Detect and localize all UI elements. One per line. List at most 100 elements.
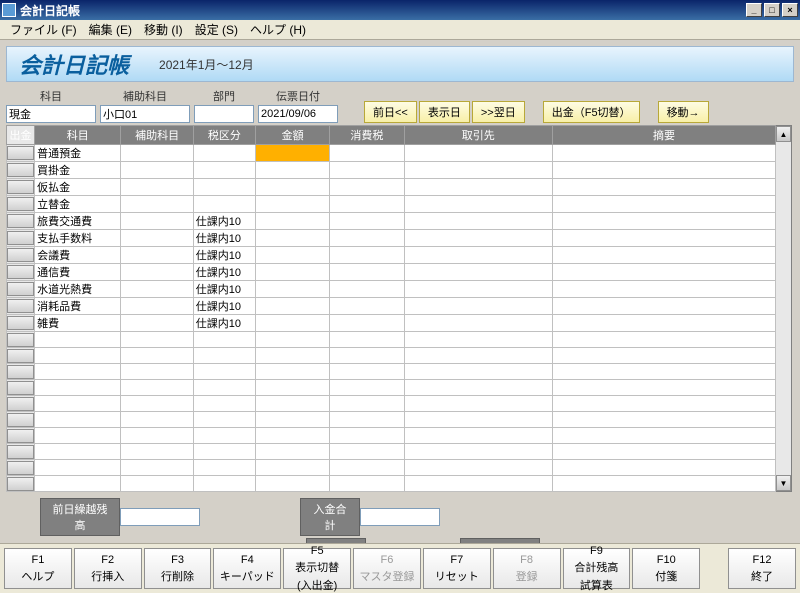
cell-kamoku[interactable] <box>35 396 121 412</box>
cell-shouhi[interactable] <box>330 460 404 476</box>
cell-tekiyou[interactable] <box>553 247 776 264</box>
row-button[interactable] <box>7 397 34 411</box>
cell-shouhi[interactable] <box>330 476 404 492</box>
cell-zei[interactable]: 仕課内10 <box>193 298 255 315</box>
cell-tori[interactable] <box>404 196 553 213</box>
cell-kingaku[interactable] <box>255 264 329 281</box>
cell-kamoku[interactable] <box>35 444 121 460</box>
cell-shouhi[interactable] <box>330 179 404 196</box>
row-button[interactable] <box>7 381 34 395</box>
cell-shouhi[interactable] <box>330 196 404 213</box>
fkey-f4[interactable]: F4キーパッド <box>213 548 281 589</box>
fkey-f7[interactable]: F7リセット <box>423 548 491 589</box>
fkey-f3[interactable]: F3行削除 <box>144 548 212 589</box>
cell-hojo[interactable] <box>121 444 193 460</box>
cell-kamoku[interactable]: 通信費 <box>35 264 121 281</box>
cell-hojo[interactable] <box>121 460 193 476</box>
cell-kamoku[interactable] <box>35 348 121 364</box>
cell-kingaku[interactable] <box>255 364 329 380</box>
cell-zei[interactable] <box>193 380 255 396</box>
row-button[interactable] <box>7 477 34 491</box>
cell-kingaku[interactable] <box>255 476 329 492</box>
cell-tori[interactable] <box>404 348 553 364</box>
cell-hojo[interactable] <box>121 348 193 364</box>
date-field[interactable]: 2021/09/06 <box>258 105 338 123</box>
cell-kamoku[interactable]: 消耗品費 <box>35 298 121 315</box>
withdraw-toggle-button[interactable]: 出金（F5切替） <box>543 101 640 123</box>
cell-hojo[interactable] <box>121 264 193 281</box>
menu-help[interactable]: ヘルプ (H) <box>244 19 312 40</box>
cell-kingaku[interactable] <box>255 315 329 332</box>
row-button[interactable] <box>7 445 34 459</box>
cell-kingaku[interactable] <box>255 412 329 428</box>
cell-kamoku[interactable] <box>35 412 121 428</box>
fkey-f2[interactable]: F2行挿入 <box>74 548 142 589</box>
row-button[interactable] <box>7 248 34 262</box>
cell-tekiyou[interactable] <box>553 196 776 213</box>
cell-tekiyou[interactable] <box>553 298 776 315</box>
row-button[interactable] <box>7 429 34 443</box>
cell-hojo[interactable] <box>121 364 193 380</box>
cell-tori[interactable] <box>404 315 553 332</box>
cell-zei[interactable] <box>193 444 255 460</box>
cell-kamoku[interactable]: 旅費交通費 <box>35 213 121 230</box>
cell-hojo[interactable] <box>121 196 193 213</box>
kamoku-field[interactable]: 現金 <box>6 105 96 123</box>
cell-zei[interactable]: 仕課内10 <box>193 230 255 247</box>
cell-tori[interactable] <box>404 380 553 396</box>
cell-kingaku[interactable] <box>255 396 329 412</box>
cell-kamoku[interactable] <box>35 364 121 380</box>
cell-hojo[interactable] <box>121 247 193 264</box>
cell-hojo[interactable] <box>121 332 193 348</box>
cell-kamoku[interactable]: 普通預金 <box>35 145 121 162</box>
row-button[interactable] <box>7 146 34 160</box>
cell-shouhi[interactable] <box>330 162 404 179</box>
cell-zei[interactable] <box>193 179 255 196</box>
go-button[interactable]: 移動→ <box>658 101 709 123</box>
cell-kingaku[interactable] <box>255 162 329 179</box>
cell-kingaku[interactable] <box>255 179 329 196</box>
cell-tori[interactable] <box>404 476 553 492</box>
row-button[interactable] <box>7 316 34 330</box>
cell-kingaku[interactable] <box>255 145 329 162</box>
hojo-field[interactable]: 小口01 <box>100 105 190 123</box>
cell-hojo[interactable] <box>121 428 193 444</box>
cell-tori[interactable] <box>404 364 553 380</box>
cell-shouhi[interactable] <box>330 230 404 247</box>
cell-kingaku[interactable] <box>255 196 329 213</box>
cell-hojo[interactable] <box>121 179 193 196</box>
cell-tekiyou[interactable] <box>553 162 776 179</box>
cell-shouhi[interactable] <box>330 380 404 396</box>
close-button[interactable]: × <box>782 3 798 17</box>
row-button[interactable] <box>7 461 34 475</box>
cell-tori[interactable] <box>404 247 553 264</box>
cell-shouhi[interactable] <box>330 396 404 412</box>
next-day-button[interactable]: >>翌日 <box>472 101 525 123</box>
cell-tori[interactable] <box>404 213 553 230</box>
cell-shouhi[interactable] <box>330 412 404 428</box>
scroll-up-button[interactable]: ▲ <box>776 126 791 142</box>
cell-tekiyou[interactable] <box>553 380 776 396</box>
bumon-field[interactable] <box>194 105 254 123</box>
cell-tekiyou[interactable] <box>553 460 776 476</box>
cell-shouhi[interactable] <box>330 298 404 315</box>
cell-zei[interactable] <box>193 412 255 428</box>
cell-tori[interactable] <box>404 396 553 412</box>
cell-zei[interactable] <box>193 348 255 364</box>
cell-kamoku[interactable]: 仮払金 <box>35 179 121 196</box>
menu-file[interactable]: ファイル (F) <box>4 19 83 40</box>
cell-kamoku[interactable] <box>35 428 121 444</box>
cell-tori[interactable] <box>404 145 553 162</box>
fkey-f12[interactable]: F12終了 <box>728 548 796 589</box>
cell-zei[interactable] <box>193 196 255 213</box>
cell-kingaku[interactable] <box>255 348 329 364</box>
cell-zei[interactable] <box>193 396 255 412</box>
today-button[interactable]: 表示日 <box>419 101 470 123</box>
row-button[interactable] <box>7 197 34 211</box>
cell-hojo[interactable] <box>121 213 193 230</box>
cell-tori[interactable] <box>404 460 553 476</box>
cell-hojo[interactable] <box>121 298 193 315</box>
row-button[interactable] <box>7 163 34 177</box>
cell-kingaku[interactable] <box>255 444 329 460</box>
cell-tekiyou[interactable] <box>553 412 776 428</box>
